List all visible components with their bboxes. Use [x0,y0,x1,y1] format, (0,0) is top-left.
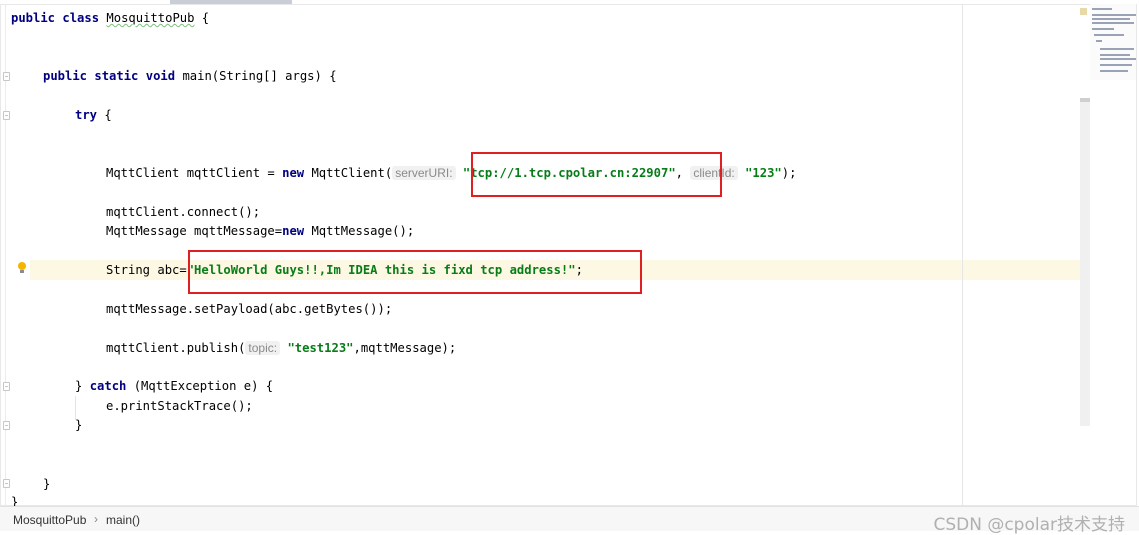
breadcrumb-class[interactable]: MosquittoPub [13,513,86,527]
code-line-publish: mqttClient.publish(topic: "test123",mqtt… [106,340,456,356]
minimap-row [1096,40,1102,42]
keyword-catch: catch [89,379,127,393]
annotation-box-server-uri [471,152,722,197]
code-line-mqtt-message: MqttMessage mqttMessage=new MqttMessage(… [106,223,414,239]
minimap-row [1100,70,1128,72]
scrollbar-thumb[interactable] [1080,98,1090,102]
minimap-row [1092,28,1114,30]
code-line-try: try { [75,107,112,123]
breadcrumb-method[interactable]: main() [106,513,140,527]
try-close-brace: } [75,379,90,393]
fold-marker-main[interactable] [3,72,10,81]
minimap-row [1092,14,1136,16]
code-minimap[interactable] [1090,4,1136,80]
minimap-row [1092,8,1112,10]
vertical-scrollbar[interactable] [1080,98,1090,426]
minimap-row [1100,48,1134,50]
code-line-connect: mqttClient.connect(); [106,205,261,219]
breadcrumb-bar: MosquittoPub › main() CSDN @cpolar技术支持 [0,506,1139,535]
fold-marker-catch[interactable] [3,382,10,391]
fold-marker-catch-end[interactable] [3,421,10,430]
param-hint-topic: topic: [245,341,281,355]
string-declaration: String abc= [106,263,187,277]
minimap-row [1100,54,1130,56]
keyword-public: public [43,69,88,83]
fold-marker-try[interactable] [3,111,10,120]
catch-clause: (MqttException e) { [126,379,274,393]
code-line-catch-close: } [75,418,83,432]
message-declaration: MqttMessage mqttMessage= [106,224,283,238]
minimap-row [1094,34,1124,36]
watermark: CSDN @cpolar技术支持 [933,515,1125,535]
param-hint-server-uri: serverURI: [392,166,456,180]
keyword-new: new [282,224,305,238]
minimap-row [1092,22,1134,24]
keyword-public: public [11,11,56,25]
minimap-row [1100,58,1136,60]
string-topic: "test123" [287,341,354,355]
class-name: MosquittoPub [106,11,195,25]
message-constructor: MqttMessage(); [304,224,415,238]
code-line-main-close: } [43,477,51,491]
keyword-new: new [282,166,305,180]
right-margin-guide [962,4,963,506]
try-open-brace: { [97,108,112,122]
client-declaration: MqttClient mqttClient = [106,166,283,180]
keyword-static: static [94,69,139,83]
client-constructor: MqttClient( [304,166,393,180]
code-line-class-declaration: public class MosquittoPub { [11,10,209,26]
code-line-main-method: public static void main(String[] args) { [43,68,337,84]
inspection-status-icon[interactable] [1080,8,1087,15]
class-open-brace: { [194,11,210,25]
string-client-id: "123" [745,166,782,180]
publish-args-end: ,mqttMessage); [353,341,457,355]
minimap-row [1100,64,1132,66]
fold-marker-main-end[interactable] [3,479,10,488]
code-line-set-payload: mqttMessage.setPayload(abc.getBytes()); [106,302,393,316]
statement-end: ); [781,166,797,180]
breadcrumb-separator: › [94,512,98,526]
code-line-print-stack-trace: e.printStackTrace(); [106,399,253,413]
publish-call: mqttClient.publish( [106,341,246,355]
minimap-row [1092,18,1130,20]
main-signature: main(String[] args) { [175,69,337,83]
annotation-box-message-string [188,250,642,294]
lightbulb-icon[interactable] [18,262,26,273]
keyword-void: void [145,69,176,83]
keyword-class: class [62,11,100,25]
keyword-try: try [75,108,98,122]
code-line-catch: } catch (MqttException e) { [75,378,273,394]
